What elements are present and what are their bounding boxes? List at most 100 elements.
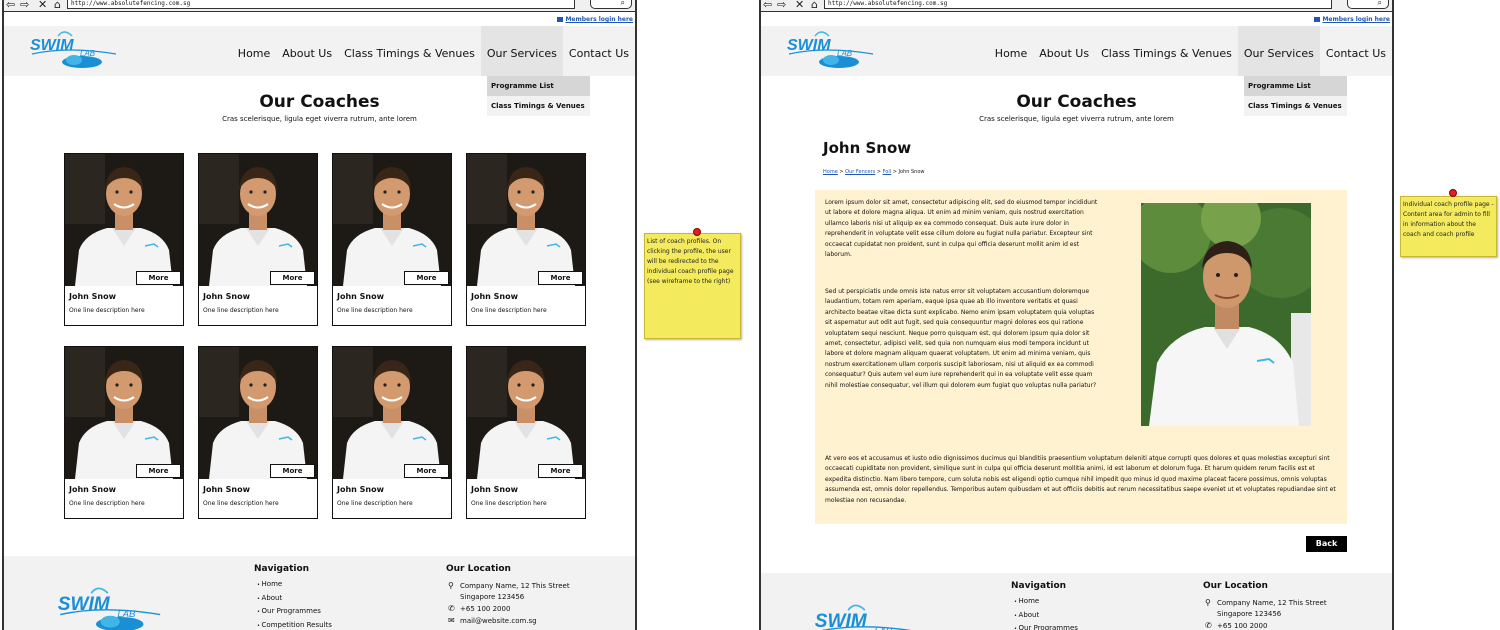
bio-paragraph-1: Lorem ipsum dolor sit amet, consectetur … (825, 199, 1098, 259)
breadcrumb-our-fencers[interactable]: Our Fencers (845, 169, 875, 175)
coach-photo (467, 154, 585, 286)
home-icon[interactable]: ⌂ (811, 0, 818, 11)
footer-link-home[interactable]: Home (257, 578, 332, 592)
swimlab-logo[interactable] (785, 30, 875, 72)
footer-link-home[interactable]: Home (1014, 595, 1078, 609)
coach-name: John Snow (337, 485, 384, 494)
breadcrumb-home[interactable]: Home (823, 169, 838, 175)
sticky-note-coach-list: List of coach profiles. On clicking the … (644, 233, 741, 339)
back-arrow-icon[interactable]: ⇦ (6, 0, 15, 11)
coach-card[interactable]: More John Snow One line description here (332, 153, 452, 326)
breadcrumb-current: John Snow (898, 169, 925, 175)
forward-arrow-icon[interactable]: ⇨ (777, 0, 786, 11)
nav-home[interactable]: Home (232, 26, 276, 76)
browser-toolbar: ⇦ ⇨ ✕ ⌂ http://www.absolutefencing.com.s… (4, 0, 635, 12)
address-bar[interactable]: http://www.absolutefencing.com.sg (67, 0, 575, 9)
more-button[interactable]: More (404, 464, 449, 478)
site-header: Home About Us Class Timings & Venues Our… (761, 26, 1392, 76)
back-arrow-icon[interactable]: ⇦ (763, 0, 772, 11)
search-icon: ⌕ (1377, 0, 1382, 7)
coach-description: One line description here (337, 500, 413, 507)
more-button[interactable]: More (538, 271, 583, 285)
nav-about-us[interactable]: About Us (1033, 26, 1095, 76)
nav-home[interactable]: Home (989, 26, 1033, 76)
address-line-2: Singapore 123456 (460, 593, 525, 601)
footer-nav-list: Home About Our Programmes Competition Re… (257, 578, 332, 630)
site-header: Home About Us Class Timings & Venues Our… (4, 26, 635, 76)
email-address[interactable]: mail@website.com.sg (460, 617, 537, 625)
footer-link-about[interactable]: About (1014, 609, 1078, 623)
members-login-label: Members login here (1322, 16, 1390, 23)
more-button[interactable]: More (136, 271, 181, 285)
address-line-1: Company Name, 12 This Street (460, 582, 570, 590)
login-icon (557, 17, 564, 22)
page-subtitle: Cras scelerisque, ligula eget viverra ru… (979, 115, 1174, 123)
sticky-note-coach-profile: Individual coach profile page - Content … (1400, 196, 1497, 257)
more-button[interactable]: More (270, 464, 315, 478)
breadcrumb-foil[interactable]: Foil (883, 169, 892, 175)
footer-nav-title: Navigation (254, 564, 310, 574)
footer-swimlab-logo (54, 586, 164, 630)
nav-about-us[interactable]: About Us (276, 26, 338, 76)
bio-paragraph-2: Sed ut perspiciatis unde omnis iste natu… (825, 288, 1097, 389)
coach-name: John Snow (471, 292, 518, 301)
more-button[interactable]: More (404, 271, 449, 285)
coach-card[interactable]: More John Snow One line description here (332, 346, 452, 519)
footer-link-competition-results[interactable]: Competition Results (257, 619, 332, 630)
phone-icon: ✆ (1205, 621, 1212, 630)
footer-nav-list: Home About Our Programmes (1014, 595, 1078, 630)
footer-location-title: Our Location (446, 564, 511, 574)
footer-link-programmes[interactable]: Our Programmes (1014, 622, 1078, 630)
breadcrumb-separator: > (891, 169, 899, 175)
swimlab-logo[interactable] (28, 30, 118, 72)
footer-link-about[interactable]: About (257, 592, 332, 606)
coach-description: One line description here (203, 500, 279, 507)
site-footer: Navigation Home About Our Programmes Our… (761, 573, 1392, 630)
footer-location: ⚲ Company Name, 12 This Street Singapore … (1205, 597, 1327, 630)
browser-search-field[interactable]: ⌕ (1347, 0, 1389, 9)
nav-our-services[interactable]: Our Services (480, 26, 563, 76)
site-footer: Navigation Home About Our Programmes Com… (4, 556, 635, 630)
bio-paragraph-3: At vero eos et accusamus et iusto odio d… (825, 455, 1336, 504)
nav-contact-us[interactable]: Contact Us (563, 26, 635, 76)
coach-description: One line description here (203, 307, 279, 314)
coach-name: John Snow (337, 292, 384, 301)
profile-content-area: Lorem ipsum dolor sit amet, consectetur … (815, 190, 1347, 524)
footer-link-programmes[interactable]: Our Programmes (257, 605, 332, 619)
coach-card[interactable]: More John Snow One line description here (466, 153, 586, 326)
members-login-link[interactable]: Members login here (557, 16, 633, 23)
close-icon[interactable]: ✕ (795, 0, 804, 11)
coach-card[interactable]: More John Snow One line description here (198, 153, 318, 326)
coach-card[interactable]: More John Snow One line description here (64, 153, 184, 326)
nav-contact-us[interactable]: Contact Us (1320, 26, 1392, 76)
sticky-note-text: Individual coach profile page - Content … (1403, 201, 1494, 238)
coach-card[interactable]: More John Snow One line description here (198, 346, 318, 519)
coach-card[interactable]: More John Snow One line description here (466, 346, 586, 519)
forward-arrow-icon[interactable]: ⇨ (20, 0, 29, 11)
more-button[interactable]: More (538, 464, 583, 478)
browser-search-field[interactable]: ⌕ (590, 0, 632, 9)
login-icon (1314, 17, 1321, 22)
profile-coach-name: John Snow (823, 139, 912, 157)
address-bar[interactable]: http://www.absolutefencing.com.sg (824, 0, 1332, 9)
coach-description: One line description here (471, 307, 547, 314)
nav-class-timings[interactable]: Class Timings & Venues (338, 26, 481, 76)
coach-card[interactable]: More John Snow One line description here (64, 346, 184, 519)
more-button[interactable]: More (136, 464, 181, 478)
mail-icon: ✉ (448, 616, 455, 625)
coach-name: John Snow (203, 485, 250, 494)
footer-nav-title: Navigation (1011, 581, 1067, 591)
pushpin-icon (693, 228, 701, 236)
coach-photo (65, 154, 183, 286)
home-icon[interactable]: ⌂ (54, 0, 61, 11)
close-icon[interactable]: ✕ (38, 0, 47, 11)
nav-our-services[interactable]: Our Services (1237, 26, 1320, 76)
coach-photo (65, 347, 183, 479)
coach-name: John Snow (69, 292, 116, 301)
map-pin-icon: ⚲ (1205, 598, 1211, 607)
nav-class-timings[interactable]: Class Timings & Venues (1095, 26, 1238, 76)
members-login-link[interactable]: Members login here (1314, 16, 1390, 23)
members-login-label: Members login here (565, 16, 633, 23)
back-button[interactable]: Back (1306, 536, 1347, 552)
more-button[interactable]: More (270, 271, 315, 285)
